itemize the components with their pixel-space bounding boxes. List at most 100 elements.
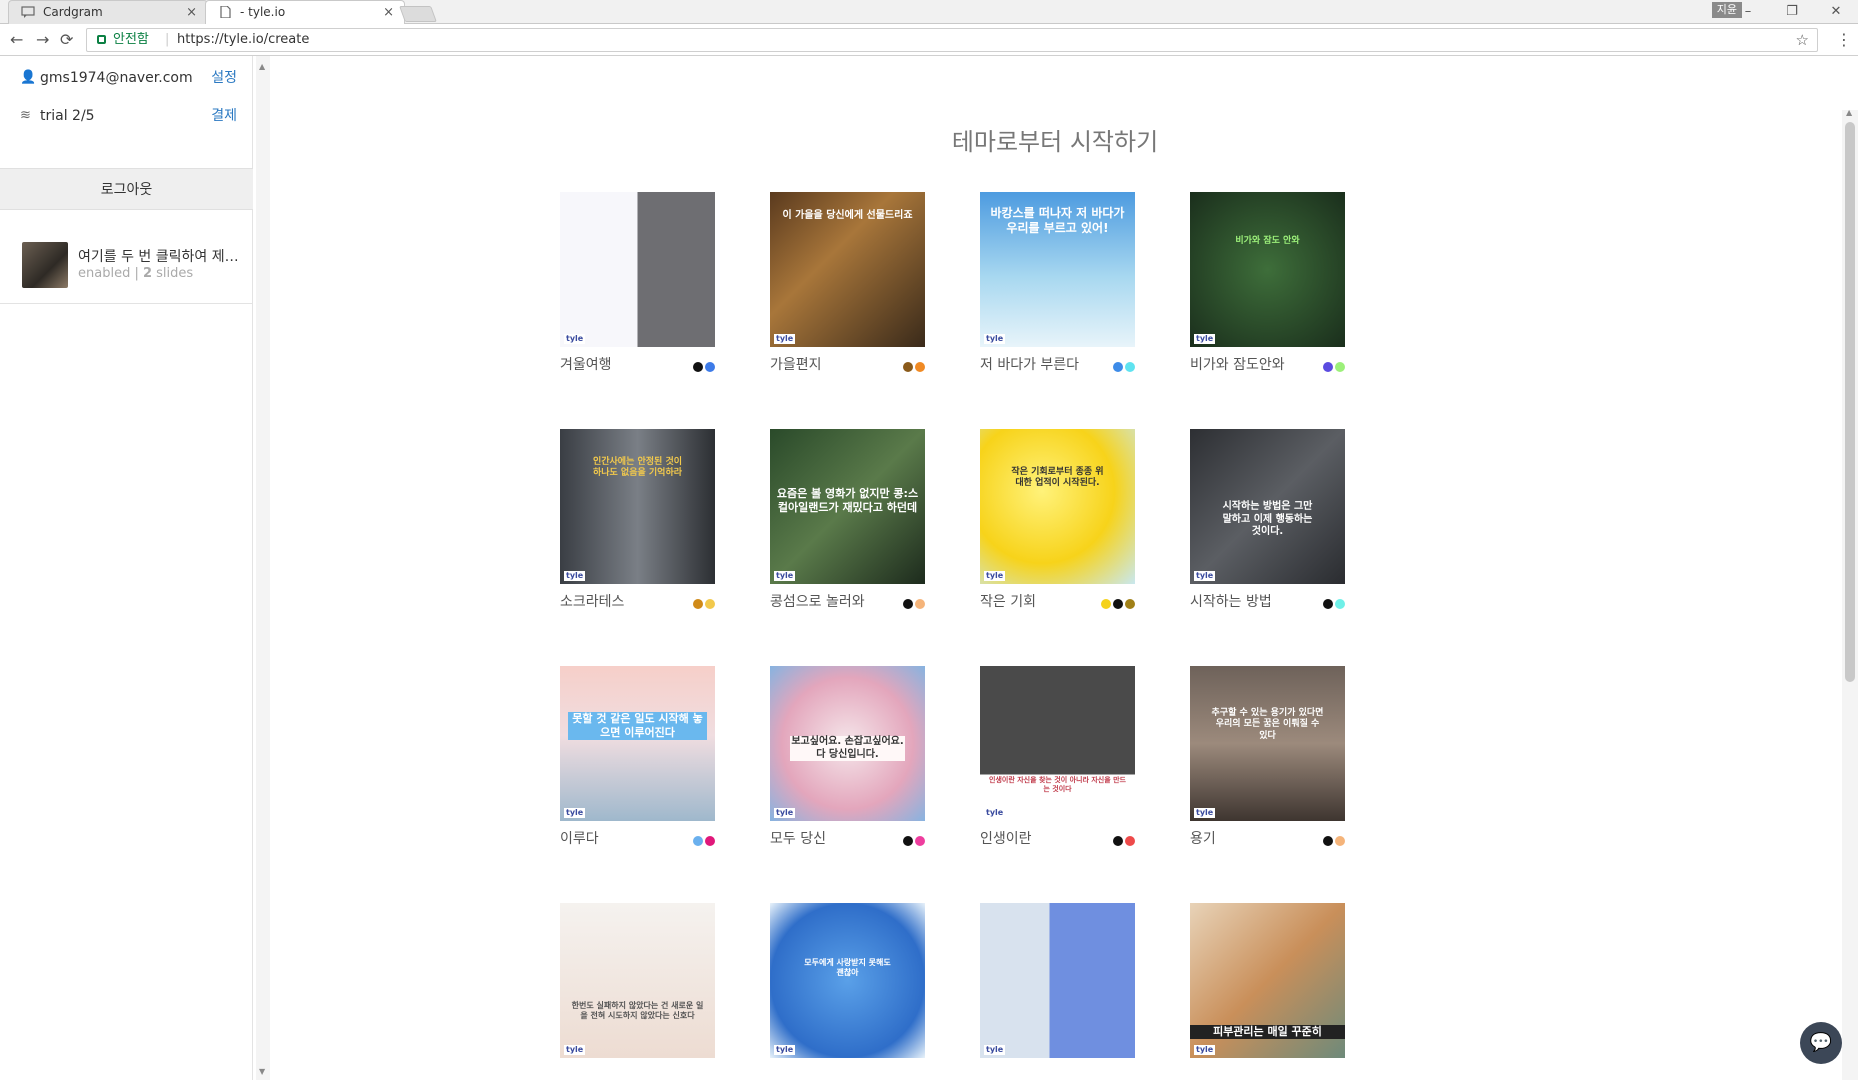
restore-button[interactable]: ❐ xyxy=(1770,0,1814,24)
logout-button[interactable]: 로그아웃 xyxy=(0,168,253,210)
sidebar: 👤 gms1974@naver.com 설정 ≋ trial 2/5 결제 로그… xyxy=(0,56,253,1080)
theme-card[interactable]: 피부관리는 매일 꾸준히 tyle xyxy=(1190,903,1345,1058)
theme-thumbnail[interactable]: 인간사에는 안정된 것이 하나도 없음을 기억하라 tyle xyxy=(560,429,715,584)
thumbnail-text: 바캉스를 떠나자 저 바다가 우리를 부르고 있어! xyxy=(990,206,1125,235)
bookmark-star-icon[interactable]: ☆ xyxy=(1796,29,1809,51)
tyle-logo: tyle xyxy=(1194,334,1216,344)
thumbnail-text: 추구할 수 있는 용기가 있다면 우리의 모든 꿈은 이뤄질 수 있다 xyxy=(1211,708,1324,741)
reload-icon[interactable]: ⟳ xyxy=(60,30,73,49)
theme-card[interactable]: 요즘은 볼 영화가 없지만 콩:스컬아일랜드가 재밌다고 하던데 tyle 콩섬으로… xyxy=(770,429,925,610)
tab-tyle[interactable]: - tyle.io × xyxy=(205,0,405,24)
color-dot xyxy=(903,599,913,609)
thumbnail-text: 시작하는 방법은 그만 말하고 이제 행동하는 것이다. xyxy=(1222,501,1313,537)
theme-thumbnail[interactable]: 시작하는 방법은 그만 말하고 이제 행동하는 것이다. tyle xyxy=(1190,429,1345,584)
color-swatches xyxy=(691,357,715,376)
theme-card[interactable]: 모두에게 사랑받지 못해도 괜찮아 tyle xyxy=(770,903,925,1058)
color-dot xyxy=(1125,362,1135,372)
theme-card[interactable]: 이 가을을 당신에게 선물드리죠 tyle 가을편지 xyxy=(770,192,925,373)
color-swatches xyxy=(1321,594,1345,613)
color-dot xyxy=(915,836,925,846)
theme-name: 비가와 잠도안와 xyxy=(1190,357,1285,373)
theme-thumbnail[interactable]: 요즘은 볼 영화가 없지만 콩:스컬아일랜드가 재밌다고 하던데 tyle xyxy=(770,429,925,584)
theme-card[interactable]: 한번도 실패하지 않았다는 건 새로운 일을 전혀 시도하지 않았다는 신호다 t… xyxy=(560,903,715,1058)
tyle-logo: tyle xyxy=(564,808,586,818)
theme-card[interactable]: 작은 기회로부터 종종 위대한 업적이 시작된다. tyle 작은 기회 xyxy=(980,429,1135,610)
project-meta: enabled | 2 slides xyxy=(78,266,193,281)
theme-card[interactable]: 못할 것 같은 일도 시작해 놓으면 이루어진다 tyle 이루다 xyxy=(560,666,715,847)
close-tab-icon[interactable]: × xyxy=(383,1,394,24)
thumbnail-text: 피부관리는 매일 꾸준히 xyxy=(1190,1025,1345,1039)
settings-link[interactable]: 설정 xyxy=(211,58,237,98)
theme-card[interactable]: 시작하는 방법은 그만 말하고 이제 행동하는 것이다. tyle 시작하는 방법 xyxy=(1190,429,1345,610)
minimize-button[interactable]: – xyxy=(1726,0,1770,24)
page-scrollbar[interactable]: ▲ xyxy=(1842,108,1858,1080)
theme-thumbnail[interactable]: 추구할 수 있는 용기가 있다면 우리의 모든 꿈은 이뤄질 수 있다 tyle xyxy=(1190,666,1345,821)
theme-card[interactable]: tyle 겨울여행 xyxy=(560,192,715,373)
scroll-up-icon[interactable]: ▲ xyxy=(1846,108,1852,117)
theme-name: 저 바다가 부른다 xyxy=(980,357,1080,373)
scrollbar-thumb[interactable] xyxy=(1845,122,1855,682)
theme-thumbnail[interactable]: tyle xyxy=(980,903,1135,1058)
color-dot xyxy=(1101,599,1111,609)
scroll-up-icon[interactable]: ▲ xyxy=(259,62,265,71)
payment-link[interactable]: 결제 xyxy=(211,96,237,136)
theme-card[interactable]: 인생이란 자신을 찾는 것이 아니라 자신을 만드는 것이다 tyle 인생이란 xyxy=(980,666,1135,847)
sidebar-scrollbar[interactable]: ▲ ▼ xyxy=(256,56,270,1080)
theme-name: 작은 기회 xyxy=(980,594,1036,610)
color-dot xyxy=(903,362,913,372)
tyle-logo: tyle xyxy=(984,334,1006,344)
project-item[interactable]: 여기를 두 번 클릭하여 제… enabled | 2 slides xyxy=(0,226,253,304)
new-tab-button[interactable] xyxy=(399,6,437,22)
color-dot xyxy=(705,362,715,372)
page-title: 테마로부터 시작하기 xyxy=(951,128,1159,156)
theme-thumbnail[interactable]: 이 가을을 당신에게 선물드리죠 tyle xyxy=(770,192,925,347)
tyle-logo: tyle xyxy=(1194,1045,1216,1055)
color-dot xyxy=(1125,599,1135,609)
theme-thumbnail[interactable]: 보고싶어요. 손잡고싶어요. 다 당신입니다. tyle xyxy=(770,666,925,821)
thumbnail-text: 한번도 실패하지 않았다는 건 새로운 일을 전혀 시도하지 않았다는 신호다 xyxy=(571,1001,704,1020)
thumbnail-text: 요즘은 볼 영화가 없지만 콩:스컬아일랜드가 재밌다고 하던데 xyxy=(776,487,919,514)
close-window-button[interactable]: ✕ xyxy=(1814,0,1858,24)
theme-card[interactable]: 비가와 잠도 안와 tyle 비가와 잠도안와 xyxy=(1190,192,1345,373)
forward-arrow-icon[interactable]: → xyxy=(36,30,49,49)
account-row: 👤 gms1974@naver.com 설정 xyxy=(0,58,253,98)
tyle-logo: tyle xyxy=(984,571,1006,581)
theme-thumbnail[interactable]: 모두에게 사랑받지 못해도 괜찮아 tyle xyxy=(770,903,925,1058)
theme-card[interactable]: 인간사에는 안정된 것이 하나도 없음을 기억하라 tyle 소크라테스 xyxy=(560,429,715,610)
account-email: gms1974@naver.com xyxy=(40,70,193,86)
chat-bubble-icon[interactable]: 💬 xyxy=(1800,1022,1842,1064)
tyle-logo: tyle xyxy=(564,571,586,581)
url-input[interactable]: 안전함 | https://tyle.io/create ☆ xyxy=(86,28,1818,52)
color-dot xyxy=(903,836,913,846)
thumbnail-text: 못할 것 같은 일도 시작해 놓으면 이루어진다 xyxy=(568,712,707,740)
theme-name: 이루다 xyxy=(560,831,599,847)
theme-thumbnail[interactable]: 한번도 실패하지 않았다는 건 새로운 일을 전혀 시도하지 않았다는 신호다 t… xyxy=(560,903,715,1058)
theme-thumbnail[interactable]: 피부관리는 매일 꾸준히 tyle xyxy=(1190,903,1345,1058)
theme-card[interactable]: tyle xyxy=(980,903,1135,1058)
tyle-logo: tyle xyxy=(1194,571,1216,581)
plan-row: ≋ trial 2/5 결제 xyxy=(0,96,253,136)
theme-thumbnail[interactable]: 못할 것 같은 일도 시작해 놓으면 이루어진다 tyle xyxy=(560,666,715,821)
theme-thumbnail[interactable]: 작은 기회로부터 종종 위대한 업적이 시작된다. tyle xyxy=(980,429,1135,584)
theme-card[interactable]: 바캉스를 떠나자 저 바다가 우리를 부르고 있어! tyle 저 바다가 부른다 xyxy=(980,192,1135,373)
theme-card[interactable]: 추구할 수 있는 용기가 있다면 우리의 모든 꿈은 이뤄질 수 있다 tyle 용… xyxy=(1190,666,1345,847)
tyle-logo: tyle xyxy=(984,808,1006,818)
browser-menu-icon[interactable]: ⋮ xyxy=(1836,30,1852,49)
close-tab-icon[interactable]: × xyxy=(186,1,197,24)
color-swatches xyxy=(1099,594,1135,613)
color-dot xyxy=(1335,362,1345,372)
tyle-logo: tyle xyxy=(774,334,796,344)
theme-thumbnail[interactable]: 비가와 잠도 안와 tyle xyxy=(1190,192,1345,347)
scroll-down-icon[interactable]: ▼ xyxy=(259,1067,265,1076)
back-arrow-icon[interactable]: ← xyxy=(10,30,23,49)
color-dot xyxy=(1323,836,1333,846)
theme-thumbnail[interactable]: 인생이란 자신을 찾는 것이 아니라 자신을 만드는 것이다 tyle xyxy=(980,666,1135,821)
tab-title: Cardgram xyxy=(43,5,103,19)
thumbnail-text: 작은 기회로부터 종종 위대한 업적이 시작된다. xyxy=(1011,467,1104,489)
theme-thumbnail[interactable]: 바캉스를 떠나자 저 바다가 우리를 부르고 있어! tyle xyxy=(980,192,1135,347)
theme-card[interactable]: 보고싶어요. 손잡고싶어요. 다 당신입니다. tyle 모두 당신 xyxy=(770,666,925,847)
theme-name: 모두 당신 xyxy=(770,831,826,847)
tyle-logo: tyle xyxy=(1194,808,1216,818)
tab-cardgram[interactable]: Cardgram × xyxy=(8,0,208,24)
theme-thumbnail[interactable]: tyle xyxy=(560,192,715,347)
